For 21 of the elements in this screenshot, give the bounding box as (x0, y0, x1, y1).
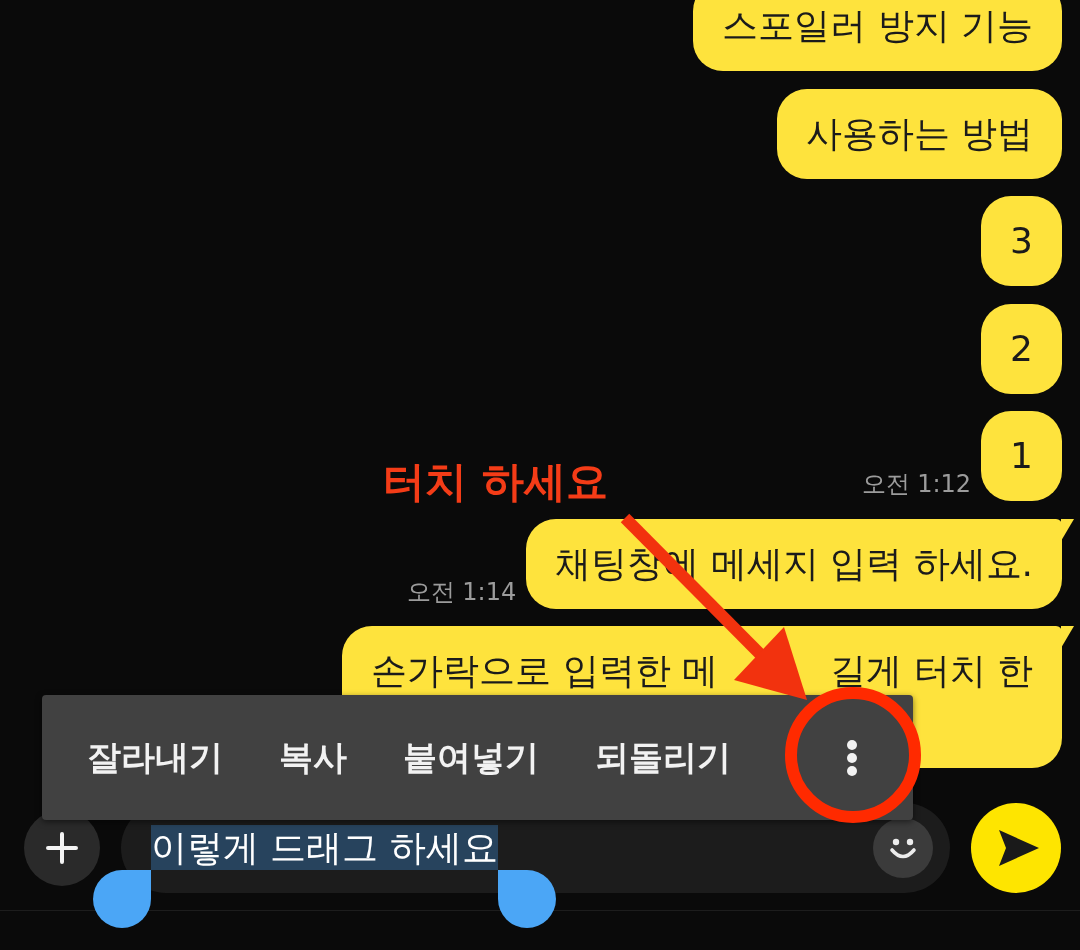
menu-action[interactable]: 복사 (251, 712, 375, 803)
menu-action[interactable]: 붙여넣기 (375, 712, 567, 803)
message-time: 오전 1:14 (406, 576, 517, 607)
message-bubble: 스포일러 방지 기능 (693, 0, 1062, 71)
message-text: 손가락으로 입력한 메 (371, 649, 719, 693)
message-bubble: 2 (981, 303, 1062, 394)
selection-handle[interactable] (93, 870, 151, 928)
annotation-text: 터치 하세요 (383, 456, 608, 508)
send-icon (999, 829, 1039, 866)
menu-action[interactable]: 잘라내기 (59, 712, 251, 803)
message-text: 길게 터치 한 (830, 649, 1033, 693)
message-bubble: 3 (981, 196, 1062, 286)
plus-icon (46, 831, 78, 864)
selection-handle[interactable] (497, 870, 556, 928)
input-text: 이렇게 드래그 하세요 (151, 825, 498, 870)
message-bubble: 1 (981, 411, 1062, 501)
bubble-tail (1061, 518, 1074, 541)
more-icon (846, 738, 858, 777)
menu-action[interactable]: 되돌리기 (567, 712, 759, 803)
message-bubble: 사용하는 방법 (776, 88, 1062, 179)
message-time: 오전 1:12 (861, 469, 972, 499)
